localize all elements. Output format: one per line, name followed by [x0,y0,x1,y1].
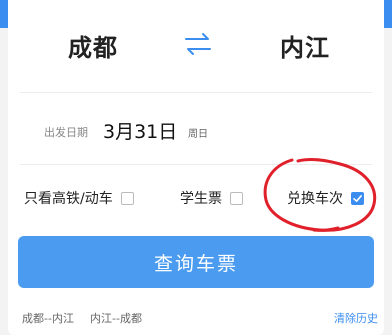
exchange-train-label: 兑换车次 [287,191,343,207]
search-card: 成都 内江 出发日期 3月31日 周日 只看高铁/动车 学生票 兑换车次 查询车… [8,0,384,335]
date-value[interactable]: 3月31日 [103,117,177,144]
arrival-station[interactable]: 内江 [280,28,330,63]
checkmark-icon [353,194,362,202]
options-row: 只看高铁/动车 学生票 兑换车次 [8,176,384,216]
exchange-train-option[interactable]: 兑换车次 [287,188,364,208]
station-row: 成都 内江 [8,0,384,92]
swap-arrows-icon[interactable] [180,30,216,58]
history-item[interactable]: 内江--成都 [90,310,142,326]
high-speed-only-checkbox[interactable] [120,191,134,205]
query-tickets-button[interactable]: 查询车票 [18,236,374,288]
history-item[interactable]: 成都--内江 [22,310,74,326]
weekday-label: 周日 [188,129,208,140]
exchange-train-checkbox[interactable] [351,191,364,205]
student-ticket-option[interactable]: 学生票 [180,188,243,208]
student-ticket-checkbox[interactable] [230,191,243,205]
search-history: 成都--内江 内江--成都 清除历史 [8,300,384,330]
date-label: 出发日期 [44,126,88,139]
high-speed-only-label: 只看高铁/动车 [24,191,113,207]
divider [20,164,372,165]
high-speed-only-option[interactable]: 只看高铁/动车 [24,188,134,208]
ticket-search-screen: 成都 内江 出发日期 3月31日 周日 只看高铁/动车 学生票 兑换车次 查询车… [0,0,392,335]
departure-station[interactable]: 成都 [68,28,118,63]
date-selector[interactable]: 出发日期 3月31日 周日 [8,92,384,164]
student-ticket-label: 学生票 [180,191,222,207]
clear-history-link[interactable]: 清除历史 [334,310,378,326]
